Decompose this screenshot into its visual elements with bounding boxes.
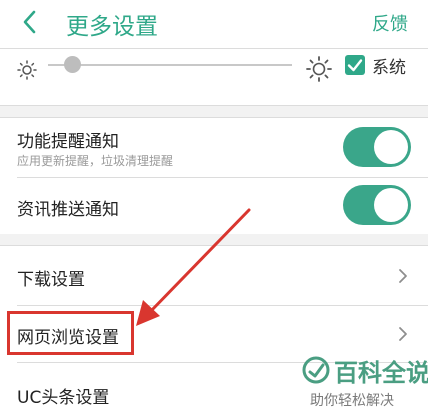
watermark-slogan: 助你轻松解决 (310, 393, 394, 409)
watermark-name: 百科全说 (334, 359, 428, 387)
watermark-logo-icon (302, 356, 330, 384)
watermark: 百科全说 助你轻松解决 (300, 350, 428, 417)
